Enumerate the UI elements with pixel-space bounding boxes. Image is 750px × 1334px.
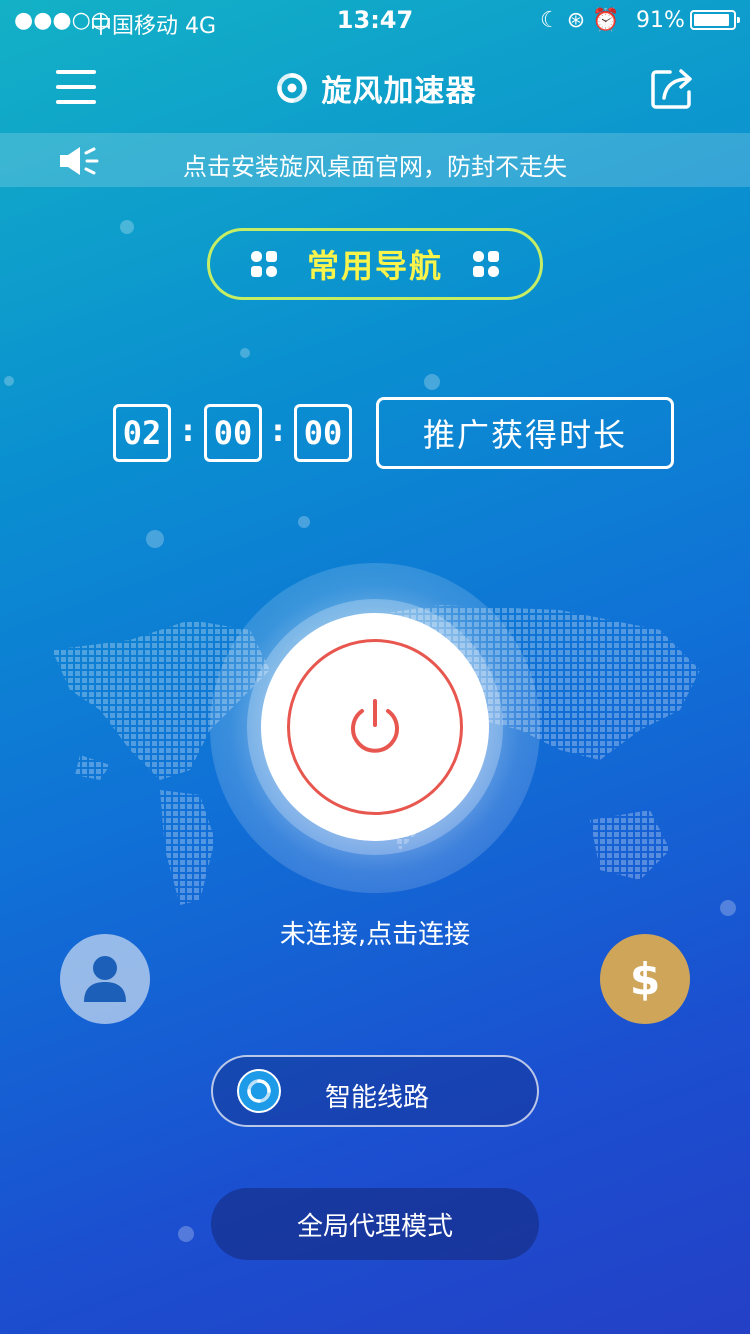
bg-dot	[4, 376, 14, 386]
user-profile-button[interactable]	[60, 934, 150, 1024]
battery-percent: 91%	[636, 8, 685, 33]
battery-fill	[694, 14, 729, 26]
timer-seconds: 00	[294, 404, 352, 462]
share-icon[interactable]	[650, 66, 696, 110]
status-icons: ☾ ⊛ ⏰	[540, 8, 620, 33]
battery-cap	[737, 17, 740, 23]
timer-colon: :	[182, 414, 194, 449]
bg-dot	[146, 530, 164, 548]
bg-dot	[120, 220, 134, 234]
dollar-coin-button[interactable]: $	[600, 934, 690, 1024]
common-navigation-button[interactable]: 常用导航	[207, 228, 543, 300]
timer-colon: :	[272, 414, 284, 449]
bg-dot	[240, 348, 250, 358]
header: 旋风加速器	[0, 68, 750, 109]
dollar-icon: $	[629, 953, 661, 1005]
app-logo-icon	[276, 73, 307, 103]
global-proxy-mode-button[interactable]: 全局代理模式	[211, 1188, 539, 1260]
bg-dot	[178, 1226, 194, 1242]
connect-power-button[interactable]	[261, 613, 489, 841]
route-label: 智能线路	[324, 1083, 429, 1113]
notice-bar[interactable]: 点击安装旋风桌面官网，防封不走失	[0, 133, 750, 187]
user-icon	[84, 956, 126, 1002]
status-bar: ●●●○○ 中国移动 4G 13:47 ☾ ⊛ ⏰ 91%	[0, 0, 750, 40]
grid-icon	[473, 251, 499, 277]
bg-dot	[424, 374, 440, 390]
timer-minutes: 00	[204, 404, 262, 462]
nav-pill-label: 常用导航	[306, 247, 443, 285]
promote-for-time-button[interactable]: 推广获得时长	[376, 397, 674, 469]
battery-icon	[690, 10, 740, 30]
power-icon	[351, 699, 399, 753]
timer-hours: 02	[113, 404, 171, 462]
smart-route-button[interactable]: 智能线路	[211, 1055, 539, 1127]
grid-icon	[250, 251, 277, 277]
bg-dot	[298, 516, 310, 528]
app-title: 旋风加速器	[321, 74, 477, 109]
notice-text: 点击安装旋风桌面官网，防封不走失	[183, 153, 567, 181]
